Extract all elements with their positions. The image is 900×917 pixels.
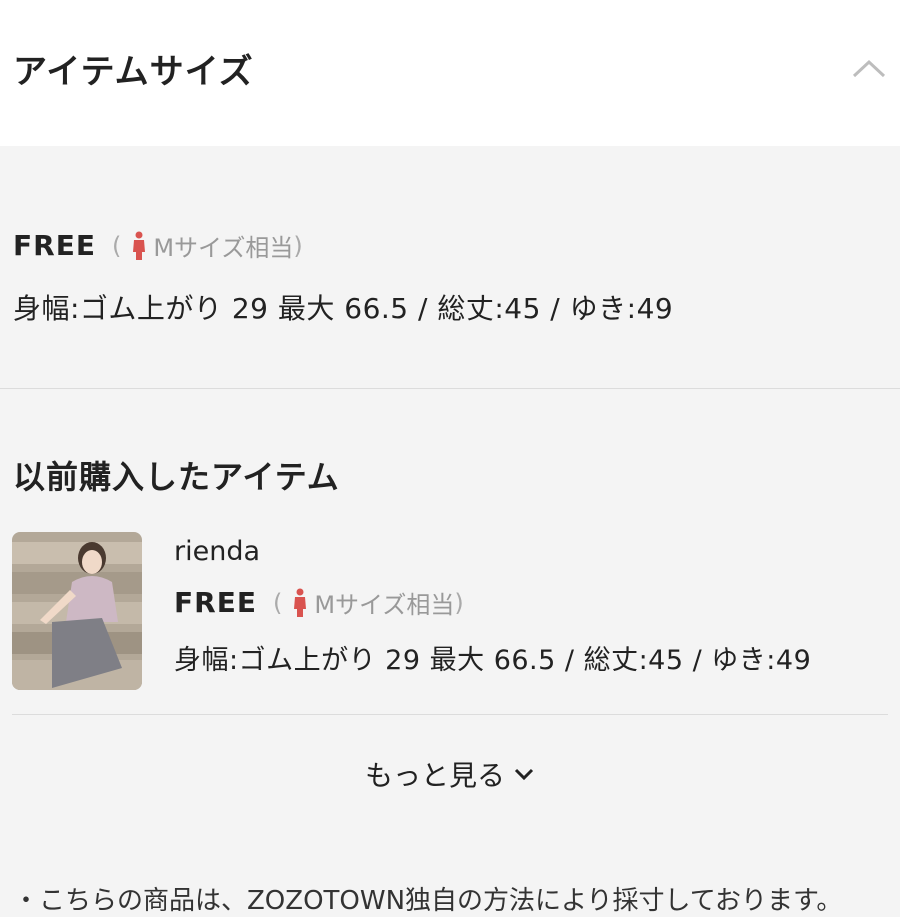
size-row: FREE ( Mサイズ相当 ) [174,585,811,620]
section-title: アイテムサイズ [13,52,254,92]
chevron-down-icon [514,768,534,781]
size-section-header[interactable]: アイテムサイズ [0,0,900,146]
brand-name: rienda [174,536,261,567]
size-measurements: 身幅:ゴム上がり 29 最大 66.5 / 総丈:45 / ゆき:49 [13,292,674,325]
size-measurements: 身幅:ゴム上がり 29 最大 66.5 / 総丈:45 / ゆき:49 [174,645,812,676]
previous-items-title: 以前購入したアイテム [13,458,340,496]
size-name: FREE [174,586,257,619]
chevron-up-icon[interactable] [852,58,886,78]
product-thumbnail[interactable] [12,532,142,690]
size-row: FREE ( Mサイズ相当 ) [13,228,673,263]
equivalent-label: Mサイズ相当 [153,234,294,262]
product-photo [12,532,142,690]
size-equivalent: ( Mサイズ相当 ) [112,228,303,263]
paren-close: ) [454,588,464,617]
size-name: FREE [13,229,96,262]
size-equivalent: ( Mサイズ相当 ) [273,585,464,620]
paren-open: ( [272,588,283,617]
previous-item-info[interactable]: rienda FREE ( Mサイズ相当 ) 身幅:ゴム上がり 29 最大 66… [174,536,811,677]
paren-close: ) [293,231,303,260]
female-person-icon [133,231,146,260]
female-person-icon [294,588,307,617]
show-more-button[interactable]: もっと見る [0,754,900,794]
equivalent-label: Mサイズ相当 [314,591,455,619]
show-more-label: もっと見る [364,759,505,792]
paren-open: ( [111,231,122,260]
divider [0,388,900,389]
divider [12,714,888,715]
size-info: FREE ( Mサイズ相当 ) 身幅:ゴム上がり 29 最大 66.5 / 総丈… [13,228,673,327]
measurement-note: ・こちらの商品は、ZOZOTOWN独自の方法により採寸しております。 [13,886,843,916]
